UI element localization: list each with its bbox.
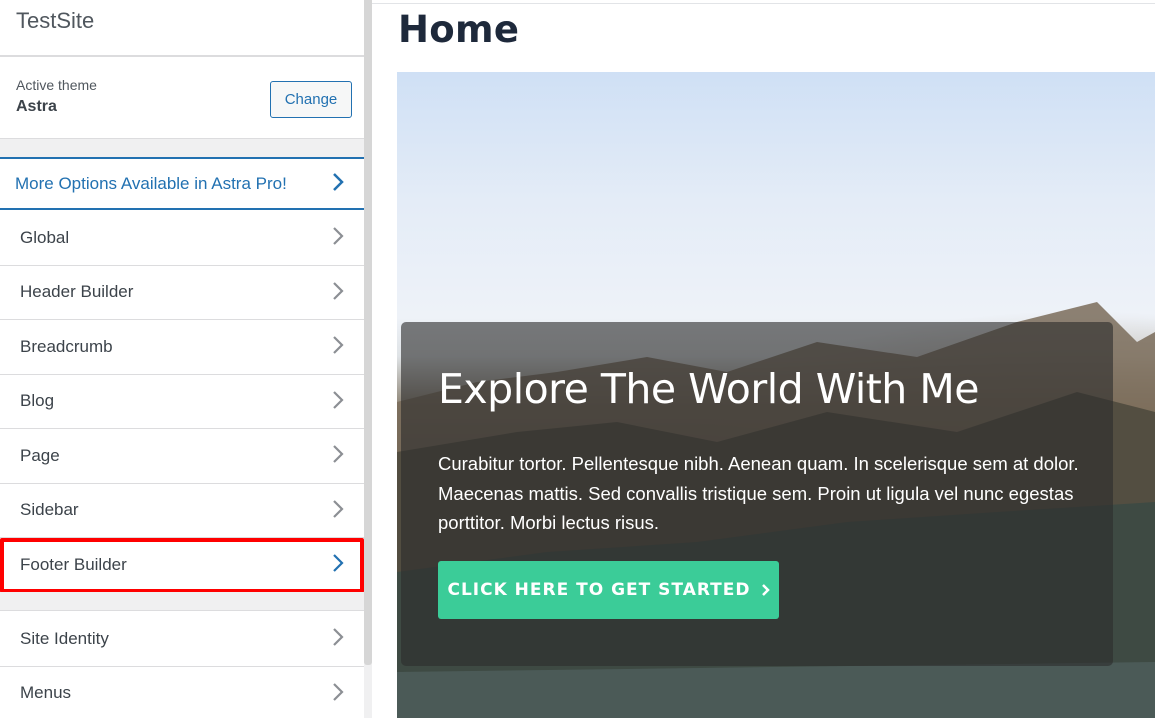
menu-item-label: Breadcrumb [20,336,113,356]
active-theme-section: Active theme Astra Change [0,57,364,139]
chevron-right-icon [332,499,344,519]
menu-item-label: Page [20,445,60,465]
hero-card: Explore The World With Me Curabitur tort… [401,322,1113,666]
customizer-menu: Global Header Builder Breadcrumb Blog Pa… [0,211,364,593]
site-title: TestSite [0,0,364,57]
menu-item-menus[interactable]: Menus [0,667,364,718]
menu-item-label: Global [20,227,70,247]
preview-divider [372,3,1155,4]
menu-item-site-identity[interactable]: Site Identity [0,612,364,667]
section-divider [0,592,364,611]
chevron-right-icon [332,281,344,301]
menu-item-page[interactable]: Page [0,429,364,484]
chevron-right-icon [332,627,344,647]
promo-label: More Options Available in Astra Pro! [15,173,287,193]
customizer-menu-secondary: Site Identity Menus [0,612,364,718]
sidebar-scrollbar[interactable] [364,0,372,718]
astra-pro-promo-link[interactable]: More Options Available in Astra Pro! [0,157,364,210]
change-theme-button[interactable]: Change [270,81,352,118]
menu-item-sidebar[interactable]: Sidebar [0,484,364,538]
hero-description: Curabitur tortor. Pellentesque nibh. Aen… [438,453,1079,533]
menu-item-blog[interactable]: Blog [0,375,364,429]
menu-item-global[interactable]: Global [0,211,364,266]
chevron-right-icon [332,335,344,355]
active-theme-name: Astra [16,98,57,115]
active-theme-label: Active theme [16,77,97,93]
hero-section: Explore The World With Me Curabitur tort… [397,72,1155,718]
chevron-right-icon [332,226,344,246]
get-started-button[interactable]: CLICK HERE TO GET STARTED [438,561,779,619]
menu-item-label: Header Builder [20,282,134,302]
chevron-right-icon [332,444,344,464]
chevron-right-icon [332,172,344,192]
menu-item-breadcrumb[interactable]: Breadcrumb [0,320,364,375]
menu-item-header-builder[interactable]: Header Builder [0,266,364,320]
chevron-right-icon [761,581,770,600]
menu-item-label: Blog [20,391,55,411]
cta-label: CLICK HERE TO GET STARTED [447,580,751,600]
menu-item-label: Site Identity [20,628,109,648]
menu-item-label: Menus [20,683,72,703]
menu-item-label: Sidebar [20,500,79,520]
page-title: Home [398,8,520,51]
site-preview: Home Explore The World With Me Curabitur… [372,0,1155,718]
chevron-right-icon [332,553,344,573]
menu-item-footer-builder[interactable]: Footer Builder [0,538,364,593]
section-divider [0,139,364,157]
chevron-right-icon [332,390,344,410]
chevron-right-icon [332,682,344,702]
customizer-sidebar: TestSite Active theme Astra Change More … [0,0,364,718]
menu-item-label: Footer Builder [20,554,127,574]
scrollbar-thumb[interactable] [364,0,372,665]
hero-heading: Explore The World With Me [438,365,979,413]
